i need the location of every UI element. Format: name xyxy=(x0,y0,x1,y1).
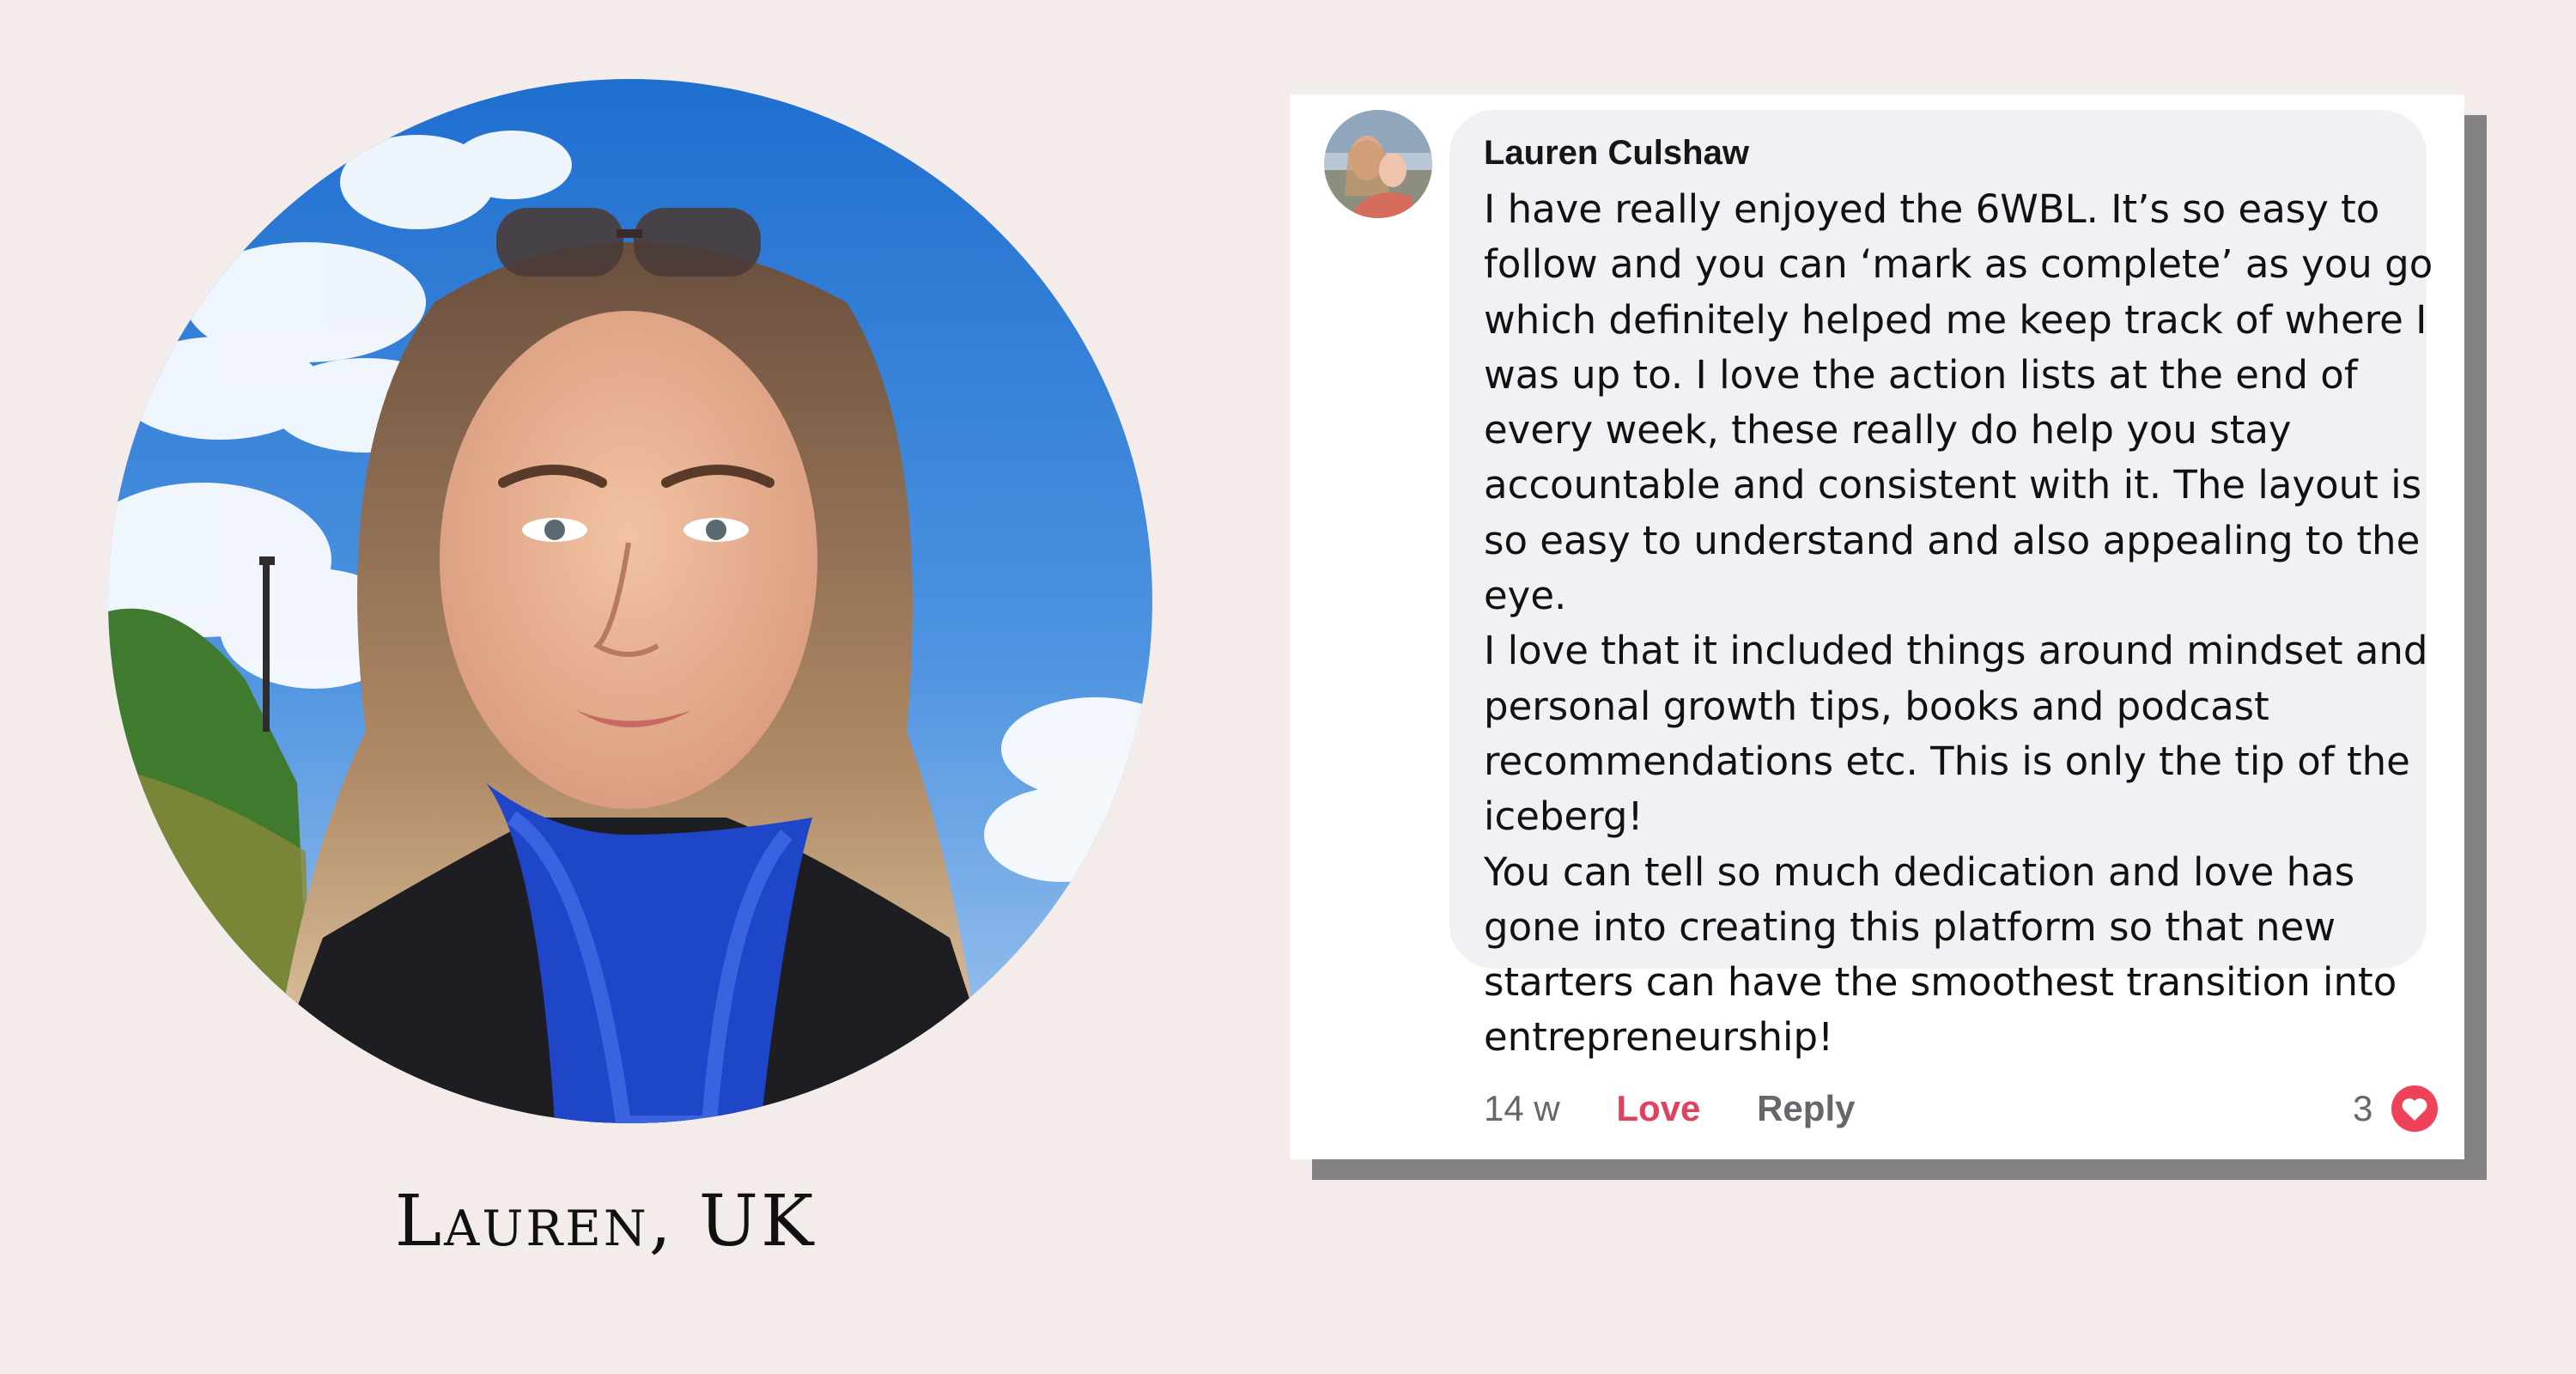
comment-age[interactable]: 14 w xyxy=(1484,1083,1560,1134)
comment-line: I love that it included things around mi… xyxy=(1484,628,2428,674)
comment-line: recommendations etc. This is only the ti… xyxy=(1484,738,2410,784)
comment-line: personal growth tips, books and podcast xyxy=(1484,683,2269,729)
comment-text: I have really enjoyed the 6WBL. It’s so … xyxy=(1484,182,2433,1066)
reply-button[interactable]: Reply xyxy=(1757,1083,1855,1134)
comment-line: eye. xyxy=(1484,573,1567,619)
comment-line: every week, these really do help you sta… xyxy=(1484,407,2292,453)
heart-icon xyxy=(2391,1085,2439,1132)
reaction-count: 3 xyxy=(2353,1087,2373,1128)
profile-photo xyxy=(108,79,1152,1123)
avatar-image xyxy=(1324,110,1432,218)
comment-bubble: Lauren Culshaw I have really enjoyed the… xyxy=(1449,110,2433,1060)
comment-line: starters can have the smoothest transiti… xyxy=(1484,959,2397,1006)
comment-line: gone into creating this platform so that… xyxy=(1484,903,2336,950)
comment-author[interactable]: Lauren Culshaw xyxy=(1484,129,2427,177)
comment-line: accountable and consistent with it. The … xyxy=(1484,462,2422,508)
avatar[interactable] xyxy=(1324,110,1432,218)
comment-line: was up to. I love the action lists at th… xyxy=(1484,351,2358,398)
reaction-summary[interactable]: 3 xyxy=(2353,1080,2439,1132)
comment-line: I have really enjoyed the 6WBL. It’s so … xyxy=(1484,186,2380,232)
love-button[interactable]: Love xyxy=(1616,1083,1700,1134)
comment-line: You can tell so much dedication and love… xyxy=(1484,848,2355,895)
comment-line: iceberg! xyxy=(1484,793,1643,840)
comment-line: so easy to understand and also appealing… xyxy=(1484,517,2421,563)
comment-line: which definitely helped me keep track of… xyxy=(1484,296,2427,343)
comment-line: entrepreneurship! xyxy=(1484,1014,1834,1061)
comment-line: follow and you can ‘mark as complete’ as… xyxy=(1484,241,2433,288)
comment-card: Lauren Culshaw I have really enjoyed the… xyxy=(1290,94,2464,1159)
portrait-image xyxy=(108,79,1152,1123)
comment-actions: 14 w Love Reply xyxy=(1484,1080,1855,1132)
portrait-caption: Lauren, UK xyxy=(394,1181,817,1262)
